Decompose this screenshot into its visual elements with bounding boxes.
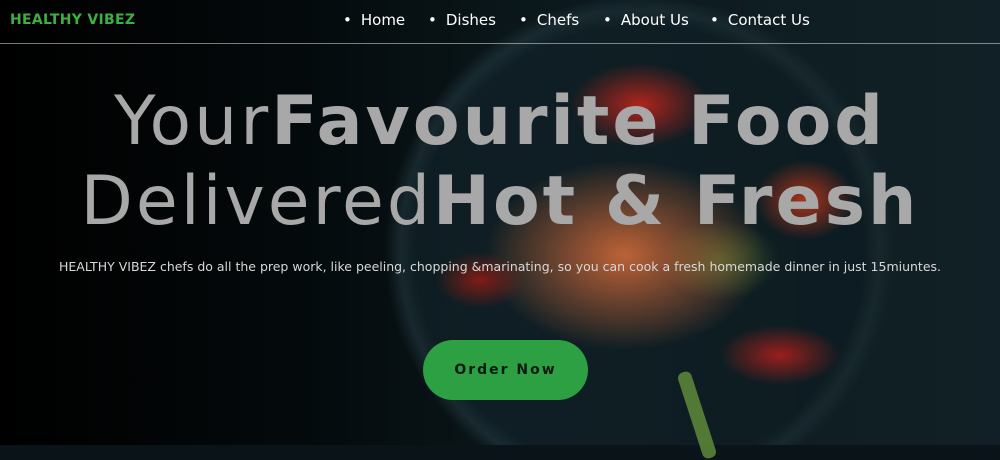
navbar: HEALTHY VIBEZ Home Dishes Chefs About Us… bbox=[0, 0, 1000, 44]
hero-description: HEALTHY VIBEZ chefs do all the prep work… bbox=[58, 259, 942, 274]
nav-item-dishes[interactable]: Dishes bbox=[428, 11, 496, 29]
hero-title-line2-part2: Hot & Fresh bbox=[433, 162, 920, 241]
hero-title-line1-part1: Your bbox=[114, 82, 272, 161]
hero-title: YourFavourite Food DeliveredHot & Fresh bbox=[0, 82, 1000, 242]
order-now-button[interactable]: Order Now bbox=[423, 340, 588, 400]
nav-item-home[interactable]: Home bbox=[343, 11, 405, 29]
nav-item-contact-us[interactable]: Contact Us bbox=[710, 11, 810, 29]
hero-title-line2-part1: Delivered bbox=[80, 162, 434, 241]
nav-item-chefs[interactable]: Chefs bbox=[519, 11, 579, 29]
nav-item-about-us[interactable]: About Us bbox=[603, 11, 689, 29]
brand-logo[interactable]: HEALTHY VIBEZ bbox=[10, 12, 135, 28]
hero-title-line1-part2: Favourite Food bbox=[271, 82, 886, 161]
